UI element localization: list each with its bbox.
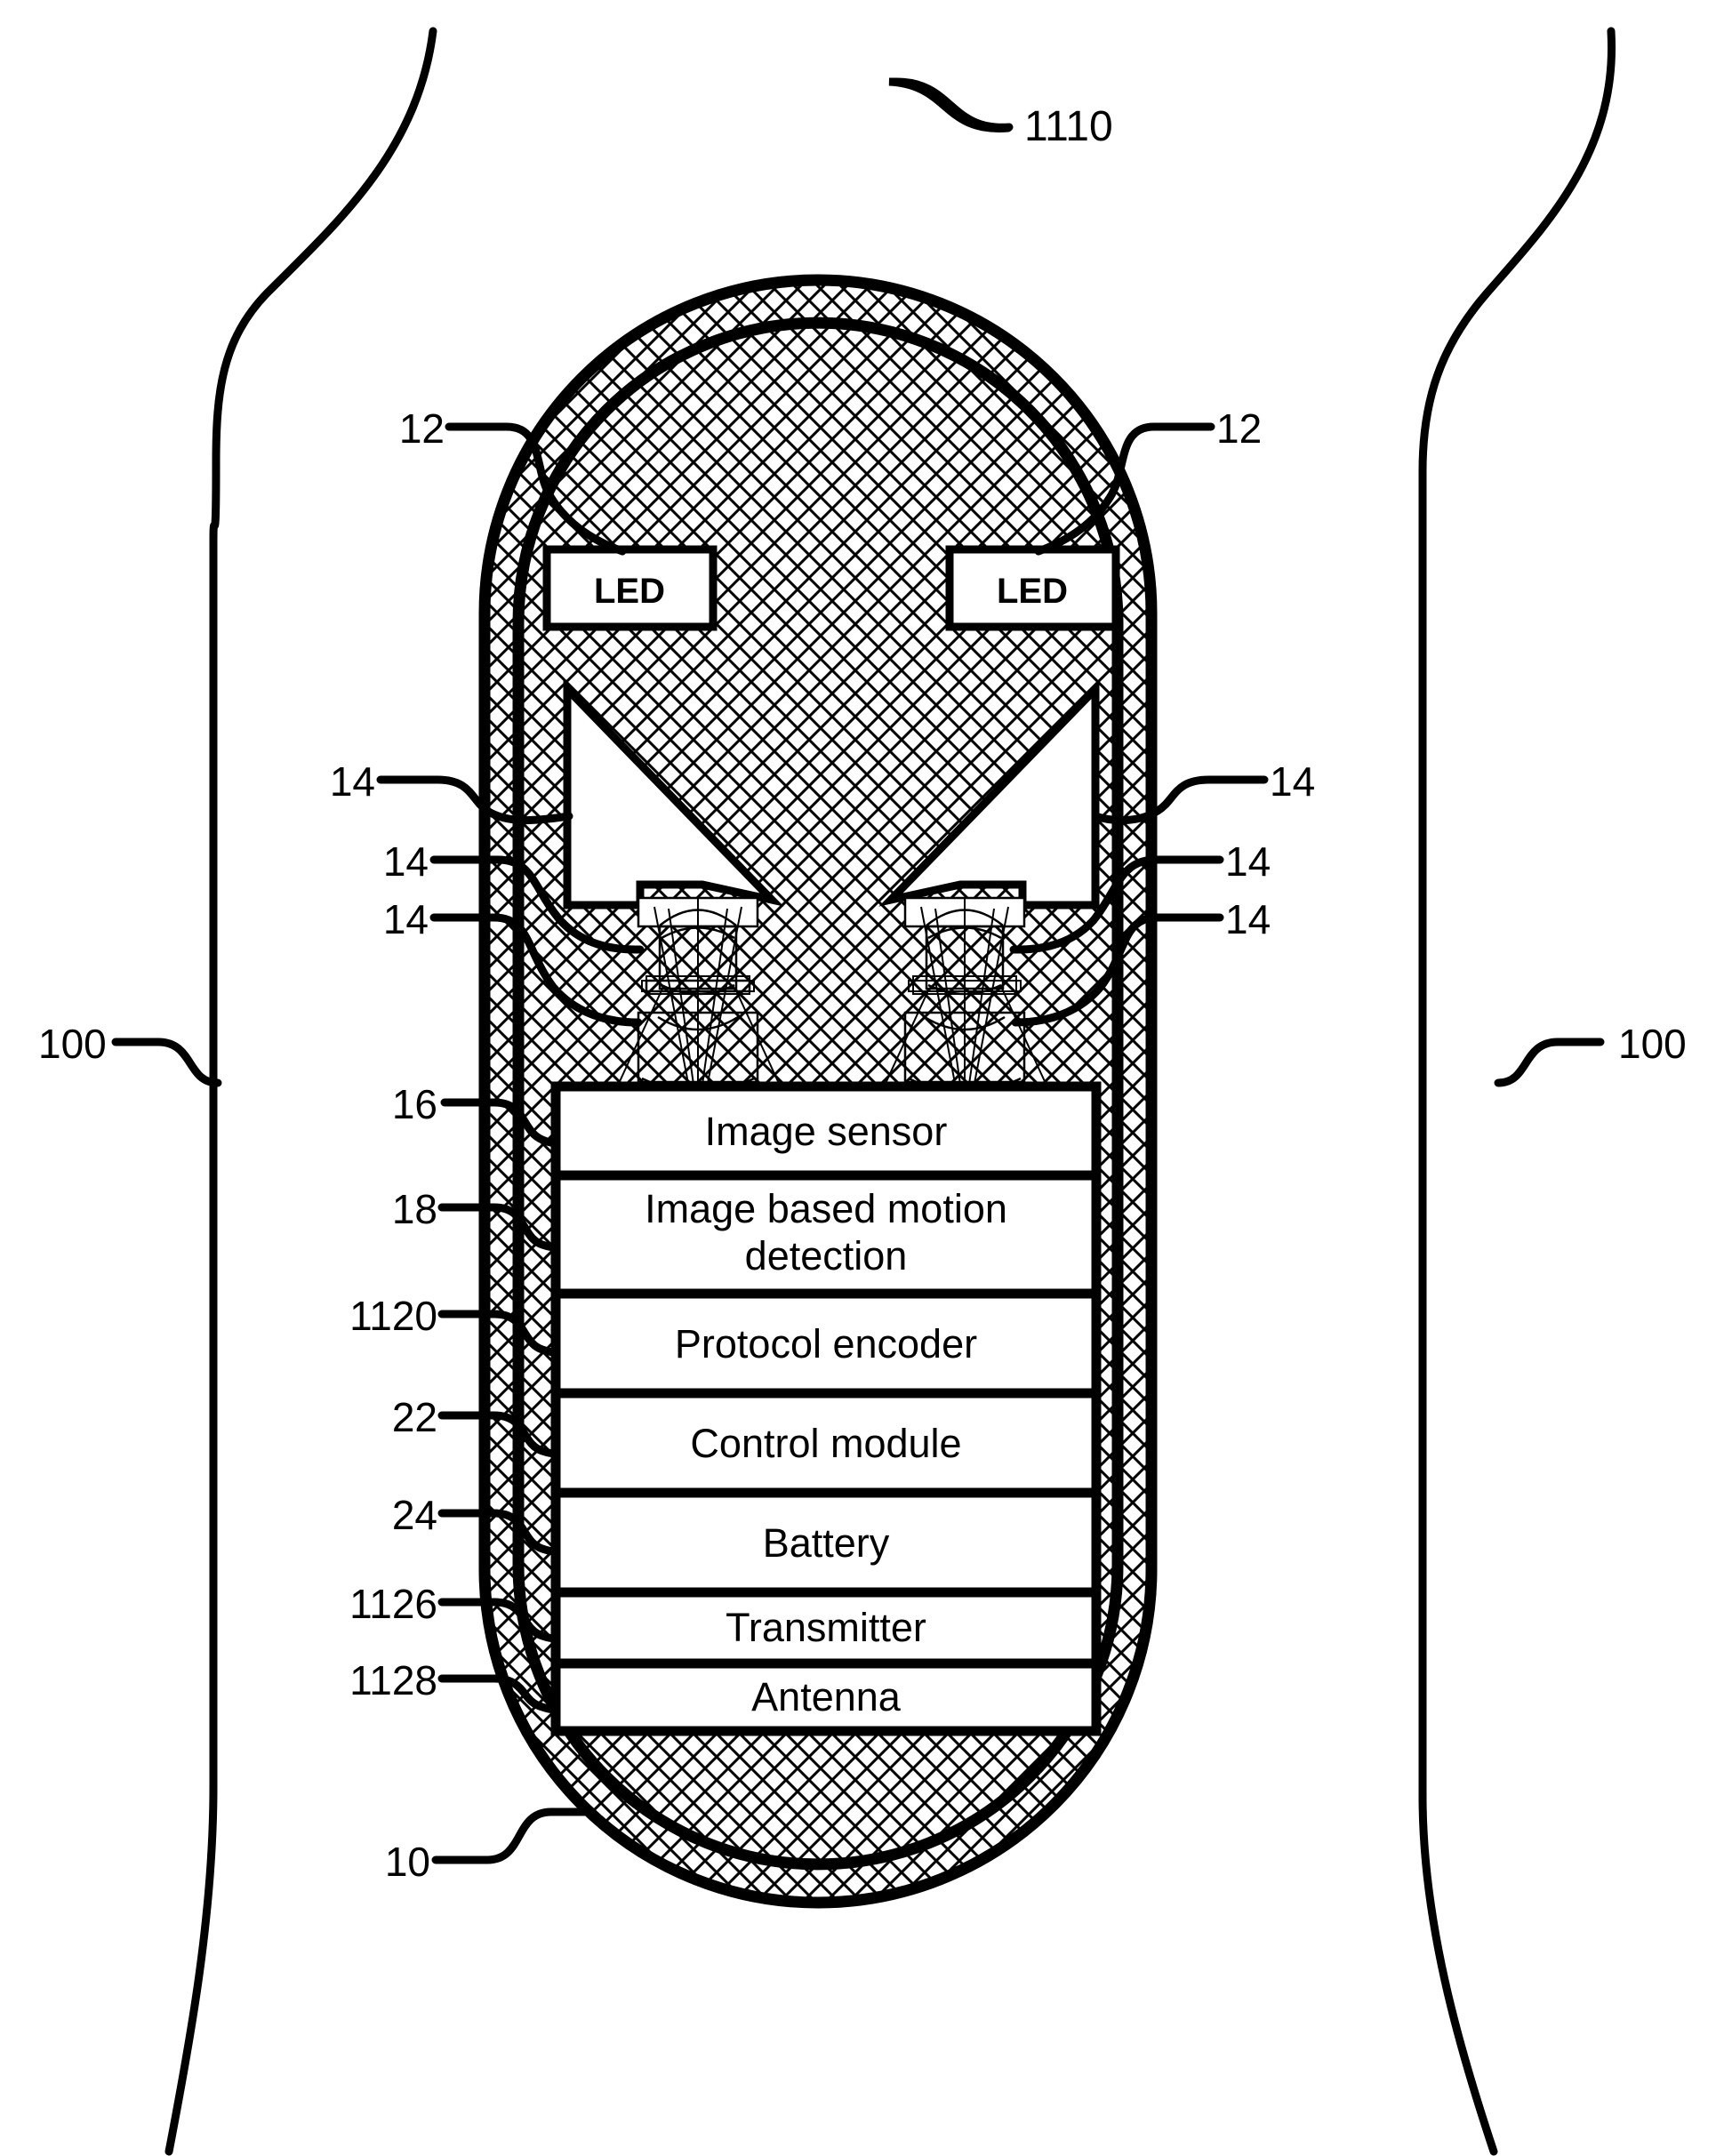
- module-label-control-module: Control module: [690, 1421, 961, 1466]
- figure-ref-1110: 1110: [1024, 103, 1113, 150]
- ref-12-right: 12: [1216, 405, 1262, 452]
- module-stack: Image sensor Image based motion detectio…: [550, 1081, 1102, 1736]
- module-row-motion-detection: Image based motion detection: [550, 1170, 1102, 1299]
- ref-10: 10: [385, 1839, 430, 1885]
- module-label-battery: Battery: [763, 1520, 890, 1566]
- module-row-protocol-encoder: Protocol encoder: [550, 1288, 1102, 1399]
- ref-1126: 1126: [349, 1581, 437, 1627]
- figure-drawing: LED LED Image sensor Image based motion …: [38, 27, 1687, 2156]
- module-row-transmitter: Transmitter: [550, 1587, 1102, 1669]
- ref-14-left-2: 14: [383, 838, 429, 885]
- ref-100-left: 100: [38, 1021, 107, 1067]
- ref-14-left-3: 14: [383, 896, 429, 942]
- ref-1128: 1128: [349, 1657, 437, 1703]
- module-row-battery: Battery: [550, 1487, 1102, 1598]
- led-right-label: LED: [997, 572, 1068, 611]
- ref-18: 18: [392, 1186, 437, 1232]
- module-label-antenna: Antenna: [751, 1674, 902, 1719]
- module-label-transmitter: Transmitter: [726, 1605, 926, 1650]
- ref-1120: 1120: [349, 1293, 437, 1339]
- ref-100-right: 100: [1618, 1021, 1687, 1067]
- module-label-motion-detection-line2: detection: [745, 1233, 908, 1278]
- module-label-protocol-encoder: Protocol encoder: [675, 1321, 977, 1367]
- led-left: LED: [542, 545, 718, 631]
- led-right: LED: [945, 545, 1120, 631]
- ref-16: 16: [392, 1081, 437, 1127]
- ref-22: 22: [392, 1394, 437, 1440]
- ref-14-right-3: 14: [1225, 896, 1271, 942]
- led-left-label: LED: [594, 572, 665, 611]
- ref-12-left: 12: [399, 405, 445, 452]
- module-label-motion-detection-line1: Image based motion: [645, 1186, 1007, 1231]
- ref-14-right-2: 14: [1225, 838, 1271, 885]
- module-label-image-sensor: Image sensor: [705, 1109, 948, 1154]
- ref-14-left-1: 14: [330, 758, 375, 805]
- module-row-antenna: Antenna: [550, 1658, 1102, 1736]
- patent-figure-canvas: LED LED Image sensor Image based motion …: [0, 0, 1716, 2156]
- module-row-image-sensor: Image sensor: [550, 1081, 1102, 1181]
- module-row-control-module: Control module: [550, 1388, 1102, 1498]
- ref-14-right-1: 14: [1270, 758, 1315, 805]
- ref-24: 24: [392, 1492, 437, 1538]
